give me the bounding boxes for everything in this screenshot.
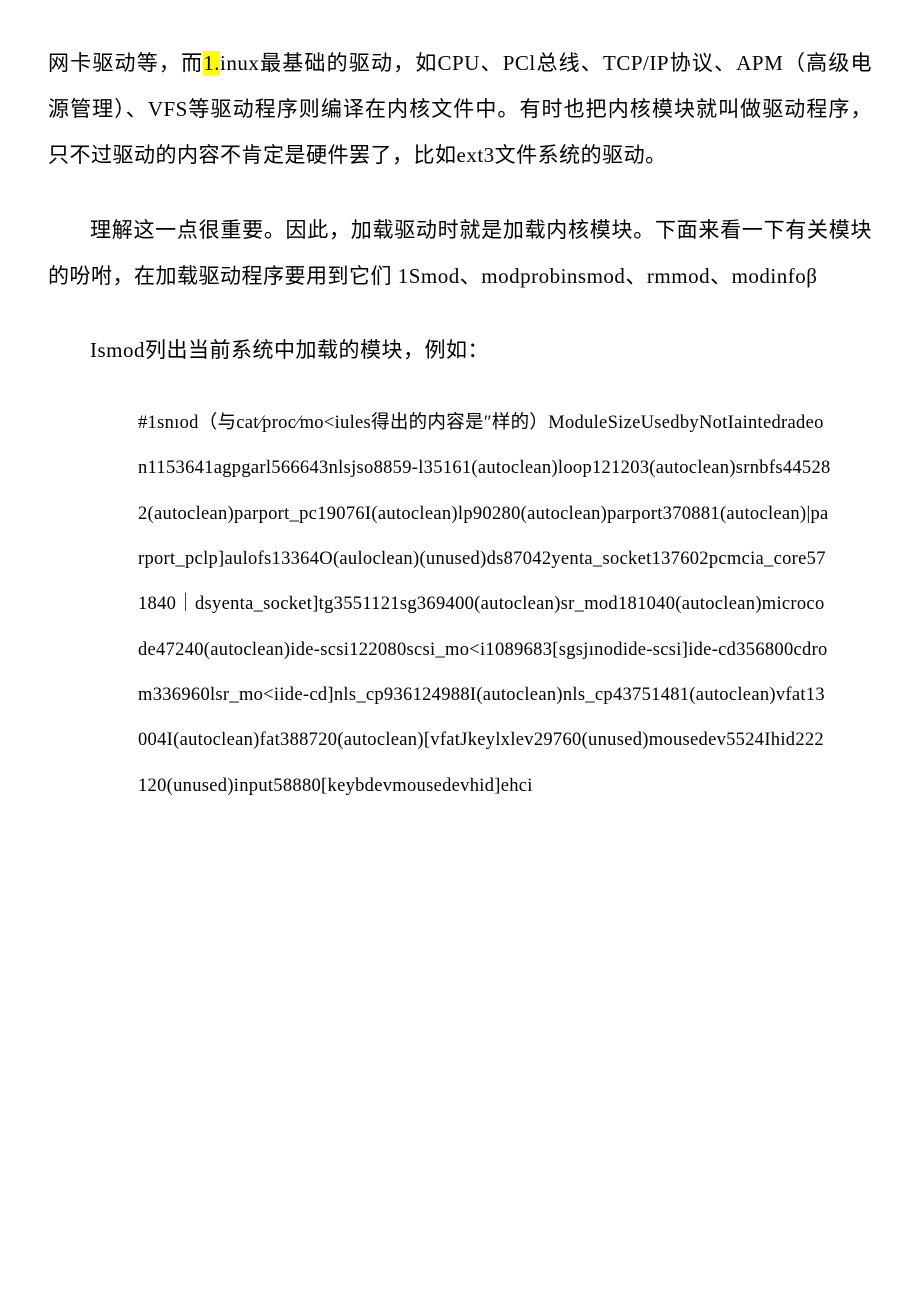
paragraph-1: 网卡驱动等，而1.inux最基础的驱动，如CPU、PCl总线、TCP/IP协议、…	[48, 40, 872, 179]
paragraph-1-pre: 网卡驱动等，而	[48, 51, 203, 75]
highlight-text: 1.	[203, 51, 220, 75]
paragraph-3: Ismod列出当前系统中加载的模块，例如：	[48, 327, 872, 373]
document-page: 网卡驱动等，而1.inux最基础的驱动，如CPU、PCl总线、TCP/IP协议、…	[0, 0, 920, 849]
paragraph-2: 理解这一点很重要。因此，加载驱动时就是加载内核模块。下面来看一下有关模块的吩咐，…	[48, 207, 872, 299]
code-output-block: #1snıod（与cat⁄proc⁄mo<iules得出的内容是″样的）Modu…	[138, 401, 832, 809]
